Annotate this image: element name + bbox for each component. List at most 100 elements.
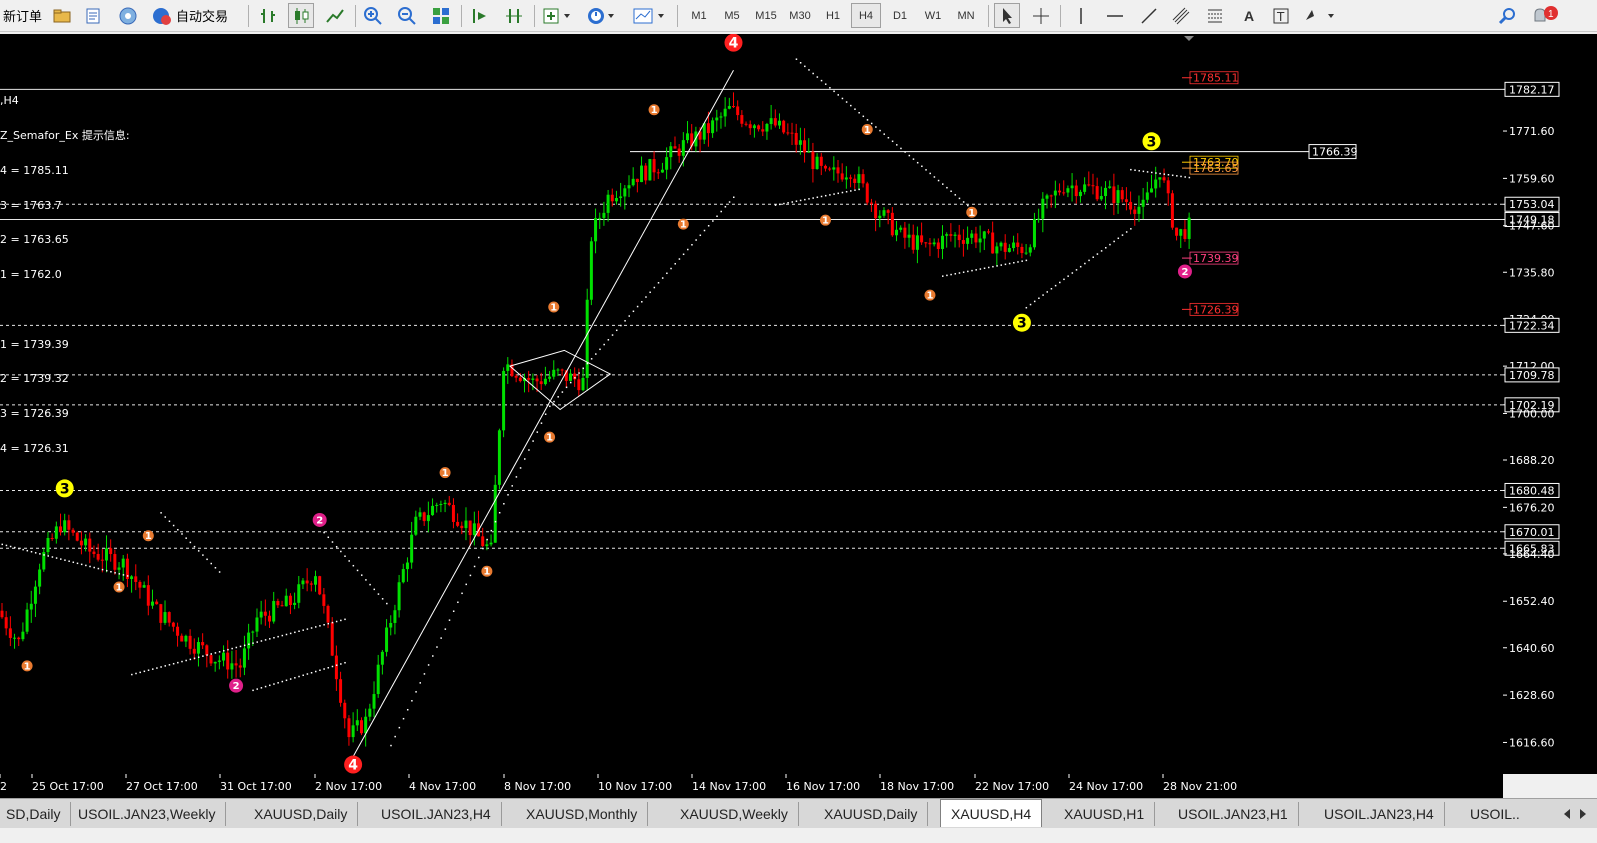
candle-body <box>673 146 677 149</box>
new-order-button[interactable]: 新订单 <box>0 3 45 28</box>
market-watch-icon[interactable] <box>116 3 140 28</box>
tab-scroll-right-icon[interactable] <box>1575 803 1591 825</box>
timeframe-mn[interactable]: MN <box>950 3 982 28</box>
candle-body <box>740 115 744 124</box>
sar-dot <box>967 204 969 207</box>
sar-dot <box>632 310 635 313</box>
templates-dropdown-icon[interactable] <box>630 3 670 28</box>
sar-dot <box>1025 259 1028 262</box>
chart-tab[interactable]: XAUUSD,Monthly <box>516 802 649 826</box>
vertical-line-icon[interactable] <box>1068 3 1094 28</box>
history-center-icon[interactable] <box>82 3 106 28</box>
sar-dot <box>954 194 957 196</box>
sar-dot <box>962 201 965 203</box>
sar-dot <box>569 381 572 384</box>
sar-dot <box>93 566 95 569</box>
chart-tab[interactable]: SD,Daily <box>0 802 72 826</box>
text-tool-icon[interactable]: A <box>1236 3 1262 28</box>
chart-canvas[interactable]: 1766.39 3 1 1 1 2 2 4 1 1 1 1 1 1 4 1 1 1 1 3 3 2 1785.11 1763.… <box>0 34 1503 774</box>
candle-body <box>1003 242 1007 252</box>
trendline-icon[interactable] <box>1136 3 1162 28</box>
candle-body <box>309 583 313 585</box>
timeframe-d1[interactable]: D1 <box>885 3 915 28</box>
timeframe-h1[interactable]: H1 <box>818 3 848 28</box>
candle-body <box>113 554 117 570</box>
sar-dot <box>482 547 484 550</box>
candle-body <box>255 617 259 632</box>
sar-dot <box>1155 172 1157 174</box>
candlestick-chart-icon[interactable] <box>288 3 314 28</box>
cursor-icon[interactable] <box>994 3 1020 28</box>
sar-dot <box>436 646 438 648</box>
crosshair-icon[interactable] <box>1028 3 1054 28</box>
tab-scroll-left-icon[interactable] <box>1559 803 1575 825</box>
sar-dot <box>181 660 183 663</box>
semafor-marker-label: 1 <box>651 105 658 116</box>
auto-trading-button[interactable]: 自动交易 <box>148 3 231 28</box>
candle-body <box>50 538 54 540</box>
candle-body <box>815 156 819 169</box>
candle-body <box>640 165 644 183</box>
candle-body <box>167 612 171 623</box>
line-chart-icon[interactable] <box>322 3 348 28</box>
time-axis[interactable]: 2 25 Oct 17:00 27 Oct 17:00 31 Oct 17:00 2 N… <box>0 774 1503 798</box>
price-label: 1753.04 <box>1509 198 1555 211</box>
semafor-marker-label: 3 <box>60 481 70 497</box>
sar-dot <box>72 561 75 564</box>
candle-body <box>991 232 995 254</box>
semafor-marker-label: 3 <box>1017 316 1027 332</box>
periods-dropdown-icon[interactable] <box>584 3 620 28</box>
chart-tab[interactable]: USOIL.JAN23,H1 <box>1168 802 1299 826</box>
sar-dot <box>962 271 965 273</box>
chart-shift-icon[interactable] <box>501 3 527 28</box>
timeframe-m5[interactable]: M5 <box>717 3 747 28</box>
search-icon[interactable] <box>1494 3 1520 28</box>
chart-tab[interactable]: USOIL.JAN23,Weekly <box>68 802 227 826</box>
sar-dot <box>289 678 292 680</box>
sar-dot <box>218 571 221 573</box>
sar-dot <box>879 129 881 132</box>
candle-body <box>184 635 188 642</box>
candle-body <box>1032 218 1036 248</box>
strategy-folder-icon[interactable] <box>50 3 74 28</box>
candle-body <box>782 120 786 133</box>
candle-body <box>669 146 673 158</box>
chart-tab[interactable]: XAUUSD,H1 <box>1054 802 1156 826</box>
chart-tab[interactable]: USOIL.. <box>1460 802 1530 826</box>
notification-bell-icon[interactable]: 1 <box>1528 3 1562 28</box>
sar-dot <box>933 176 936 178</box>
chart-tab[interactable]: XAUUSD,Weekly <box>670 802 799 826</box>
chart-tab[interactable]: USOIL.JAN23,H4 <box>371 802 502 826</box>
timeframe-m30[interactable]: M30 <box>784 3 816 28</box>
indicators-dropdown-icon[interactable] <box>540 3 576 28</box>
candle-body <box>301 580 305 585</box>
chart-tab[interactable]: USOIL.JAN23,H4 <box>1314 802 1445 826</box>
sar-dot <box>958 272 961 274</box>
price-chart[interactable]: 1766.39 3 1 1 1 2 2 4 1 1 1 1 1 1 4 1 1 1 1 3 3 2 1785.11 1763.… <box>0 34 1503 774</box>
chart-tab-active[interactable]: XAUUSD,H4 <box>940 799 1043 827</box>
horizontal-line-icon[interactable] <box>1102 3 1128 28</box>
zoom-in-icon[interactable] <box>360 3 386 28</box>
sar-dot <box>812 197 814 199</box>
timeframe-m1[interactable]: M1 <box>684 3 714 28</box>
fibonacci-icon[interactable] <box>1202 3 1228 28</box>
sar-dot <box>327 666 330 669</box>
bar-chart-icon[interactable] <box>256 3 282 28</box>
candle-body <box>17 637 21 640</box>
price-scale[interactable]: 1782.17 1771.60 1759.60 1753.04 1749.18 1747.… <box>1503 34 1597 774</box>
arrows-dropdown-icon[interactable] <box>1300 3 1340 28</box>
timeframe-m15[interactable]: M15 <box>750 3 782 28</box>
chart-tab[interactable]: XAUUSD,Daily <box>814 802 929 826</box>
timeframe-w1[interactable]: W1 <box>918 3 948 28</box>
sar-dot <box>302 629 304 631</box>
zoom-out-icon[interactable] <box>394 3 420 28</box>
indicator-line: 3 = 1763.7 <box>0 198 62 212</box>
timeframe-h4[interactable]: H4 <box>851 3 881 28</box>
auto-scroll-icon[interactable] <box>467 3 493 28</box>
sar-dot <box>983 267 986 270</box>
tile-windows-icon[interactable] <box>428 3 454 28</box>
channel-icon[interactable] <box>1168 3 1194 28</box>
sar-dot <box>348 560 350 562</box>
text-label-icon[interactable]: T <box>1268 3 1294 28</box>
chart-tab[interactable]: XAUUSD,Daily <box>244 802 359 826</box>
